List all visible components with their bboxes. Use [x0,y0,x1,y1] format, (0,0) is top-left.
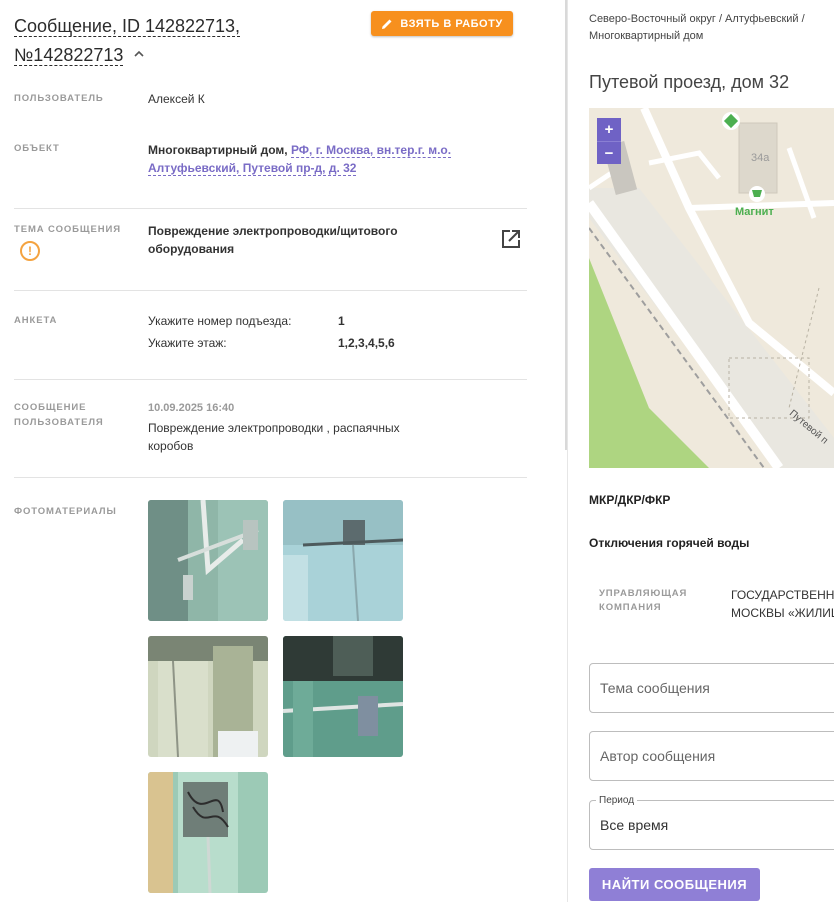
divider [14,379,527,380]
take-to-work-button[interactable]: ВЗЯТЬ В РАБОТУ [371,11,513,36]
open-external-icon[interactable] [501,229,521,249]
mc-label-2: КОМПАНИЯ [599,602,662,613]
mc-value-1: ГОСУДАРСТВЕННО [731,588,834,602]
map-store-label: Магнит [735,206,774,218]
user-value: Алексей К [148,92,205,106]
panel-border [567,0,568,902]
topic-label: ТЕМА СООБЩЕНИЯ [14,224,121,235]
breadcrumb-line-1: Северо-Восточный округ / Алтуфьевский / [589,13,805,25]
map-building-label: 34a [751,152,770,164]
photo-thumbnail[interactable] [148,500,268,621]
management-company-value: ГОСУДАРСТВЕННО МОСКВЫ «ЖИЛИЦ [731,586,834,622]
message-panel: Сообщение, ID 142822713, №142822713 ВЗЯТ… [0,0,566,902]
period-legend: Период [596,795,638,806]
question-entrance-value: 1 [338,314,345,328]
message-line-2: коробов [148,439,194,453]
photo-thumbnail[interactable] [283,636,403,757]
mc-value-2: МОСКВЫ «ЖИЛИЦ [731,606,834,620]
pencil-icon [382,19,392,29]
question-floor-value: 1,2,3,4,5,6 [338,336,395,350]
management-company-label: УПРАВЛЯЮЩАЯ КОМПАНИЯ [599,587,687,615]
object-address-link-2[interactable]: Алтуфьевский, Путевой пр-д, д. 32 [148,161,357,176]
photo-thumbnail[interactable] [148,636,268,757]
map[interactable]: 34a Магнит Путевой п [589,108,834,468]
message-text: Повреждение электропроводки , распаячных… [148,419,400,455]
object-type: Многоквартирный дом, [148,143,288,157]
message-date: 10.09.2025 16:40 [148,402,235,414]
photos-label: ФОТОМАТЕРИАЛЫ [14,506,117,517]
hot-water-section[interactable]: Отключения горячей воды [589,536,749,550]
question-floor-label: Укажите этаж: [148,336,227,350]
topic-line-2: оборудования [148,242,235,256]
breadcrumb-line-2: Многоквартирный дом [589,30,704,42]
zoom-out-button[interactable]: − [597,141,621,164]
page-title: Сообщение, ID 142822713, №142822713 [14,12,344,70]
user-message-label: СООБЩЕНИЕ ПОЛЬЗОВАТЕЛЯ [14,400,104,430]
divider [14,477,527,478]
mkr-section[interactable]: МКР/ДКР/ФКР [589,493,670,507]
author-field[interactable] [589,731,834,781]
photo-thumbnail[interactable] [283,500,403,621]
mc-label-1: УПРАВЛЯЮЩАЯ [599,588,688,599]
divider [14,290,527,291]
warning-icon: ! [20,241,40,261]
object-label: ОБЪЕКТ [14,143,60,154]
photo-thumbnail[interactable] [148,772,268,893]
period-select[interactable]: Все время [589,800,834,850]
user-label: ПОЛЬЗОВАТЕЛЬ [14,93,104,104]
divider [14,208,527,209]
topic-value: Повреждение электропроводки/щитового обо… [148,222,398,258]
object-address-link[interactable]: РФ, г. Москва, вн.тер.г. м.о. [290,143,452,158]
topic-field[interactable] [589,663,834,713]
chevron-up-icon[interactable] [133,48,145,60]
find-messages-button[interactable]: НАЙТИ СООБЩЕНИЯ [589,868,760,901]
question-entrance-label: Укажите номер подъезда: [148,314,292,328]
title-line-2: №142822713 [14,45,124,66]
form-label: АНКЕТА [14,315,58,326]
topic-line-1: Повреждение электропроводки/щитового [148,224,398,238]
user-message-label-2: ПОЛЬЗОВАТЕЛЯ [14,417,104,428]
topic-input[interactable] [600,680,800,696]
user-message-label-1: СООБЩЕНИЕ [14,402,87,413]
address-title: Путевой проезд, дом 32 [589,72,790,92]
title-line-1: Сообщение, ID 142822713, [14,16,241,37]
author-input[interactable] [600,748,800,764]
take-to-work-label: ВЗЯТЬ В РАБОТУ [400,17,503,30]
message-line-1: Повреждение электропроводки , распаячных [148,421,400,435]
breadcrumb: Северо-Восточный округ / Алтуфьевский / … [589,11,834,45]
object-value: Многоквартирный дом, РФ, г. Москва, вн.т… [148,141,452,177]
zoom-in-button[interactable]: + [597,118,621,141]
period-value: Все время [600,817,669,833]
